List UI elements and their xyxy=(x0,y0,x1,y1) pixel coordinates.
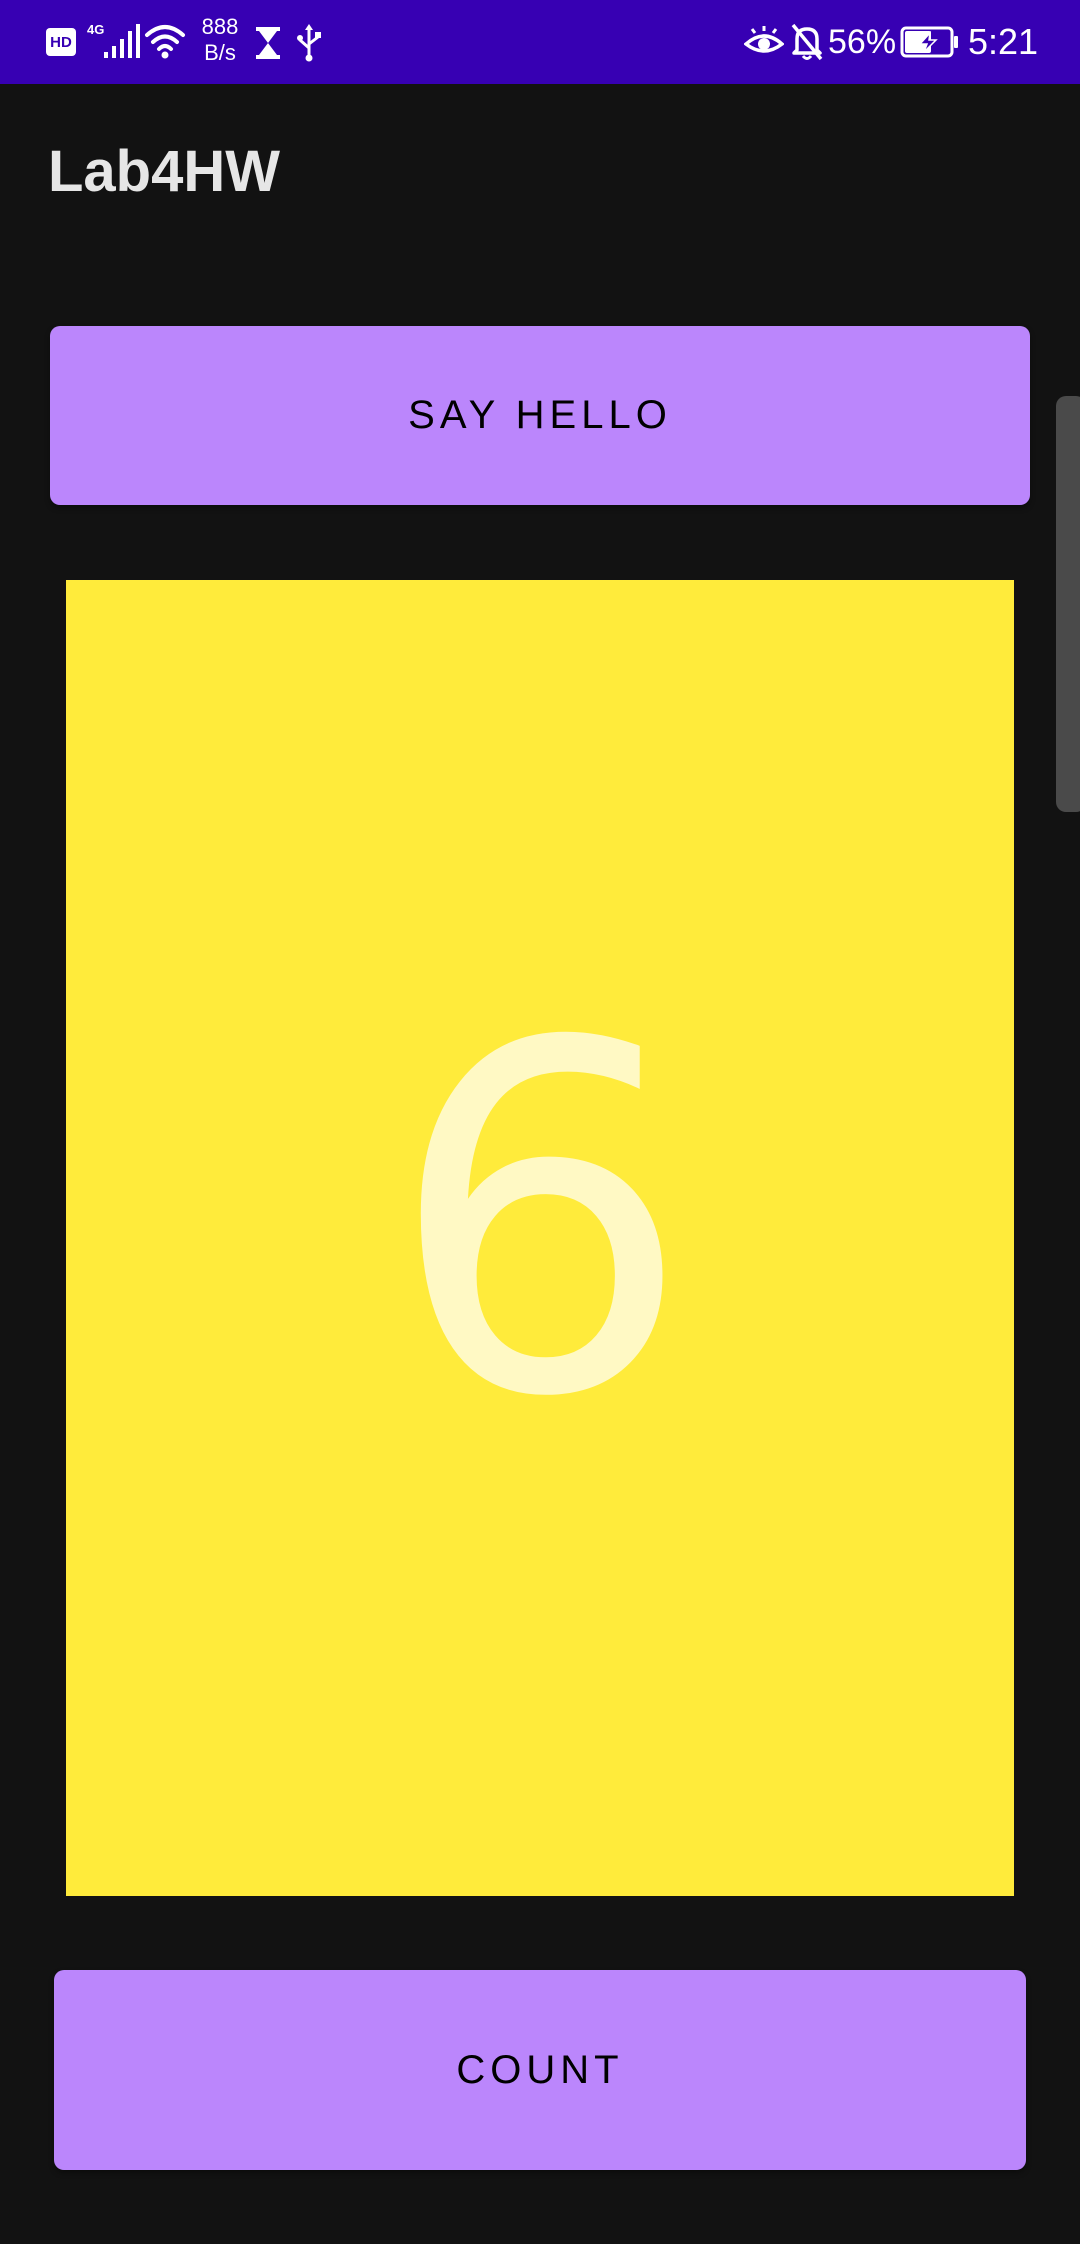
say-hello-label: SAY HELLO xyxy=(408,393,672,437)
net-speed-value: 888 xyxy=(201,14,239,39)
network-type-label: 4G xyxy=(87,22,104,37)
eye-comfort-icon xyxy=(744,26,784,53)
battery-percent: 56% xyxy=(828,23,897,61)
status-bar: HD 4G 888 B/s 56% 5:21 xyxy=(0,0,1080,84)
hd-icon: HD xyxy=(46,28,76,56)
hourglass-icon xyxy=(256,27,280,59)
usb-icon xyxy=(297,24,321,62)
net-speed-unit: B/s xyxy=(204,40,236,65)
app-title: Lab4HW xyxy=(48,139,280,204)
bell-muted-icon xyxy=(791,23,823,61)
side-scroll-handle[interactable] xyxy=(1056,396,1080,812)
signal-4g-icon: 4G xyxy=(87,22,140,58)
say-hello-button[interactable]: SAY HELLO xyxy=(50,326,1030,505)
status-clock: 5:21 xyxy=(968,21,1039,62)
battery-charging-icon xyxy=(900,26,958,58)
wifi-icon xyxy=(145,25,185,59)
counter-panel: 6 xyxy=(66,580,1014,1896)
net-speed-indicator: 888 B/s xyxy=(196,14,244,66)
app-screen: HD 4G 888 B/s 56% 5:21 Lab4HW SAY HELLO … xyxy=(0,0,1080,2244)
count-button[interactable]: COUNT xyxy=(54,1970,1026,2170)
count-label: COUNT xyxy=(456,2047,624,2092)
counter-value: 6 xyxy=(387,943,693,1502)
